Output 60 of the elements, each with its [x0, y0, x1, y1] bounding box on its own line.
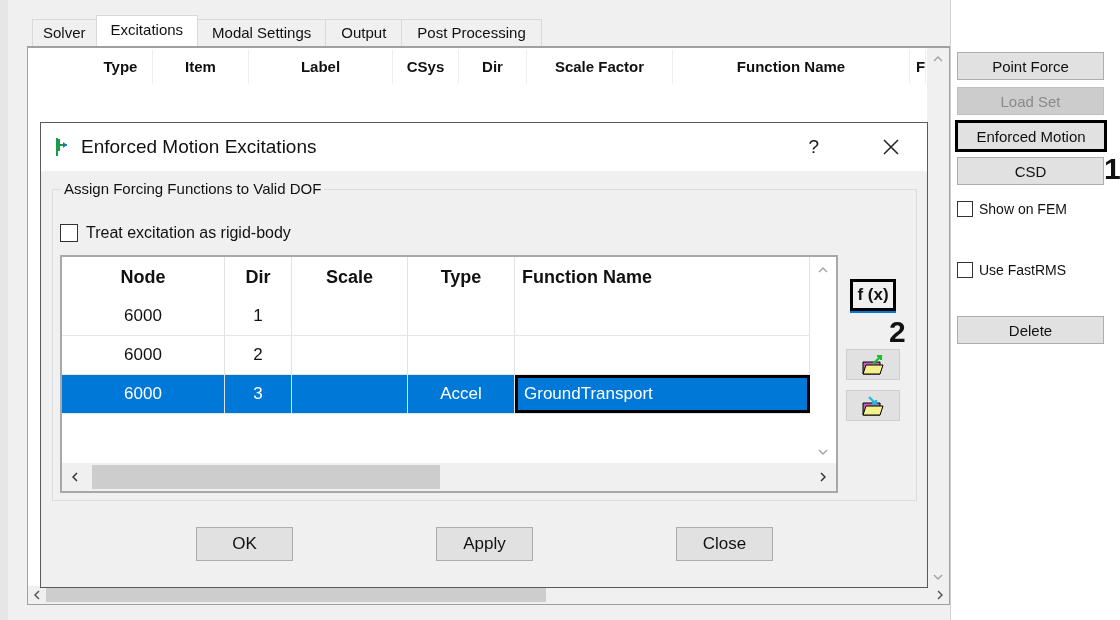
scroll-down-icon[interactable] [818, 449, 828, 455]
dialog-button[interactable]: OK [196, 527, 293, 561]
annotation-number: 2 [889, 315, 906, 349]
table-cell: 6000 [62, 336, 225, 374]
checkbox-label: Show on FEM [979, 201, 1067, 217]
column-header: Dir [225, 257, 292, 297]
dialog-button[interactable]: Close [676, 527, 773, 561]
column-header: Item [153, 50, 249, 84]
waveform-icon [55, 137, 69, 157]
table-cell: Accel [408, 375, 515, 413]
table-cell: 6000 [62, 375, 225, 413]
column-header: Scale [292, 257, 408, 297]
scroll-thumb[interactable] [92, 465, 440, 489]
column-header: Label [249, 50, 393, 84]
column-header: Function Name [515, 257, 810, 297]
delete-button[interactable]: Delete [957, 316, 1104, 344]
scroll-right-icon[interactable] [820, 472, 826, 482]
column-header: Type [89, 50, 153, 84]
side-button[interactable]: Point Force [957, 52, 1104, 80]
table-cell: 1 [225, 297, 292, 335]
scroll-thumb[interactable] [46, 588, 546, 602]
dialog-button[interactable]: Apply [436, 527, 533, 561]
folder-arrow-in-icon [861, 394, 885, 417]
table-cell: GroundTransport [515, 375, 810, 413]
checkbox-label: Use FastRMS [979, 262, 1067, 278]
checkbox-label: Treat excitation as rigid-body [86, 224, 291, 242]
tab[interactable]: Post Processing [401, 19, 542, 46]
dialog-title: Enforced Motion Excitations [81, 136, 318, 158]
column-header: F [910, 50, 926, 84]
scroll-right-icon[interactable] [937, 590, 943, 600]
folder-button[interactable] [846, 349, 900, 380]
tab[interactable]: Excitations [95, 15, 199, 46]
table-row[interactable]: 6000 1 [62, 297, 810, 336]
group-title: Assign Forcing Functions to Valid DOF [61, 180, 325, 197]
horizontal-scrollbar[interactable] [62, 463, 836, 491]
column-header: Dir [459, 50, 527, 84]
checkbox[interactable] [957, 262, 973, 278]
function-button[interactable]: f (x) [850, 279, 896, 311]
checkbox[interactable] [60, 224, 78, 242]
tab[interactable]: Solver [32, 19, 97, 46]
close-icon[interactable] [883, 139, 899, 155]
folder-button[interactable] [846, 390, 900, 421]
table-cell: 3 [225, 375, 292, 413]
table-cell: 2 [225, 336, 292, 374]
side-button[interactable]: Enforced Motion [955, 120, 1107, 152]
annotation-number: 1 [1104, 152, 1120, 186]
column-header: Type [408, 257, 515, 297]
folder-arrow-out-icon [861, 353, 885, 376]
column-header: Node [62, 257, 225, 297]
column-header: Scale Factor [527, 50, 673, 84]
scroll-up-icon[interactable] [818, 267, 828, 273]
table-row[interactable]: 6000 3 Accel GroundTransport [62, 375, 810, 414]
column-header: CSys [393, 50, 459, 84]
checkbox[interactable] [957, 201, 973, 217]
help-button[interactable]: ? [808, 136, 819, 158]
column-header: Function Name [673, 50, 910, 84]
side-button[interactable]: CSD [957, 157, 1104, 185]
scroll-left-icon[interactable] [72, 472, 78, 482]
scroll-left-icon[interactable] [34, 590, 40, 600]
table-cell: 6000 [62, 297, 225, 335]
